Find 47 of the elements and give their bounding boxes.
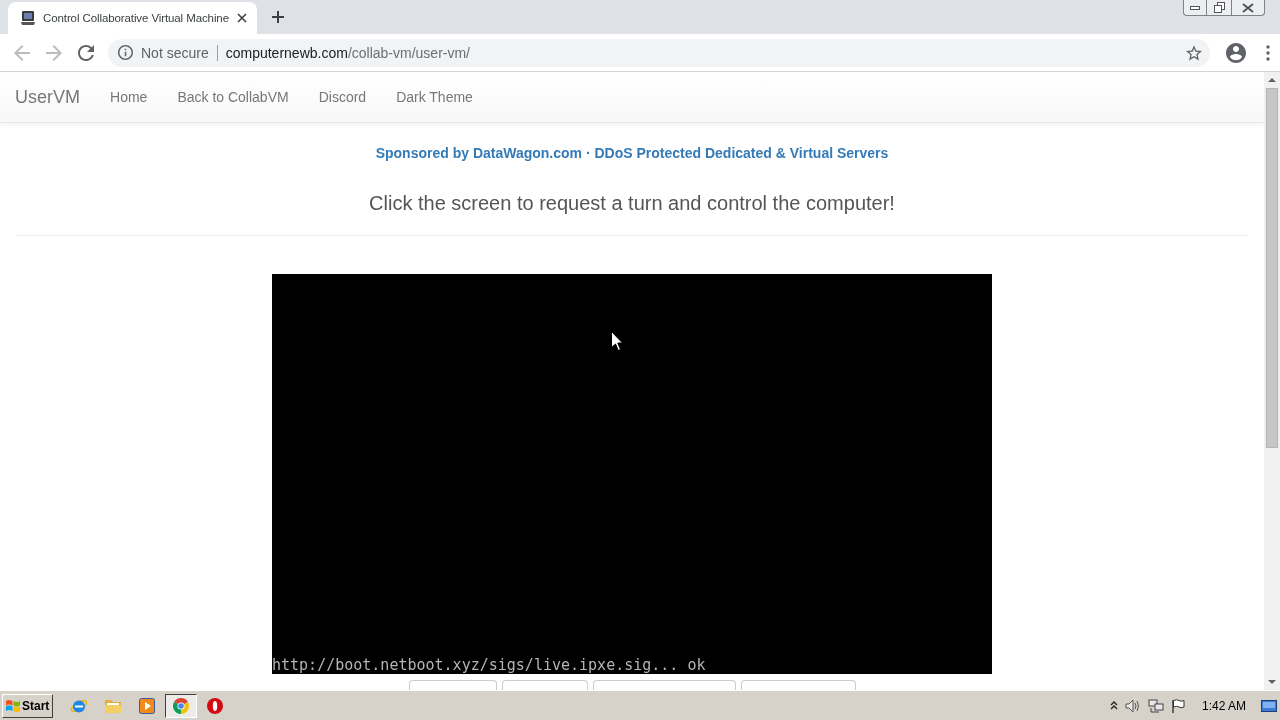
speaker-icon[interactable]: [1124, 698, 1141, 713]
computer-icon: [20, 10, 36, 26]
restore-button[interactable]: [1207, 0, 1232, 16]
network-icon[interactable]: [1147, 698, 1164, 713]
nav-link[interactable]: Home: [95, 89, 163, 105]
close-icon: [1242, 2, 1254, 13]
star-icon[interactable]: [1186, 44, 1202, 61]
restore-icon: [1213, 2, 1225, 13]
flag-icon[interactable]: [1170, 698, 1185, 713]
browser-tab[interactable]: Control Collaborative Virtual Machine: [8, 2, 257, 34]
cursor-icon: [611, 331, 623, 351]
scrollbar[interactable]: [1264, 72, 1280, 690]
taskbar-button[interactable]: [165, 693, 197, 718]
close-icon[interactable]: [236, 13, 247, 23]
window-close-button[interactable]: [1232, 0, 1265, 16]
plus-icon[interactable]: [271, 11, 284, 23]
minimize-button[interactable]: [1183, 0, 1207, 16]
security-label[interactable]: Not secure: [141, 44, 209, 61]
nav-link[interactable]: Discord: [303, 89, 382, 105]
page-heading: Click the screen to request a turn and control the computer!: [368, 191, 896, 216]
wheel-logo-icon: [173, 697, 189, 714]
ring-logo-icon: [207, 697, 223, 714]
sponsor-link[interactable]: Sponsored by DataWagon.com · DDoS Protected Dedicated & Virtual Servers: [375, 143, 889, 163]
folder-icon: [104, 697, 122, 714]
play-icon: [139, 697, 155, 714]
brand-link[interactable]: UserVM: [0, 86, 95, 108]
info-icon[interactable]: [118, 45, 133, 60]
address-bar[interactable]: Not secure computernewb.com/collab-vm/user-vm/: [108, 38, 1210, 67]
nav-link[interactable]: Dark Theme: [381, 89, 488, 105]
console-text: http://boot.netboot.xyz/sigs/live.ipxe.sig... ok: [272, 657, 706, 673]
clock[interactable]: 1:42 AM: [1201, 698, 1246, 713]
minimize-icon: [1190, 5, 1200, 10]
forward-icon: [46, 44, 62, 61]
scroll-up-icon[interactable]: [1268, 78, 1276, 82]
vm-screen[interactable]: http://boot.netboot.xyz/sigs/live.ipxe.sig... ok: [272, 274, 992, 674]
url-text[interactable]: computernewb.com/collab-vm/user-vm/: [225, 44, 470, 61]
menu-icon[interactable]: [1266, 44, 1270, 61]
start-button[interactable]: Start: [2, 693, 53, 718]
back-icon: [14, 44, 30, 61]
scroll-down-icon[interactable]: [1268, 680, 1276, 684]
reload-icon: [78, 44, 94, 61]
nav-link[interactable]: Back to CollabVM: [162, 89, 304, 105]
flag-logo-icon: [5, 697, 21, 714]
chevron-up-icon[interactable]: [1109, 701, 1118, 710]
scrollbar-thumb[interactable]: [1266, 88, 1278, 448]
show-desktop-icon[interactable]: [1261, 699, 1277, 712]
account-icon[interactable]: [1226, 42, 1246, 63]
